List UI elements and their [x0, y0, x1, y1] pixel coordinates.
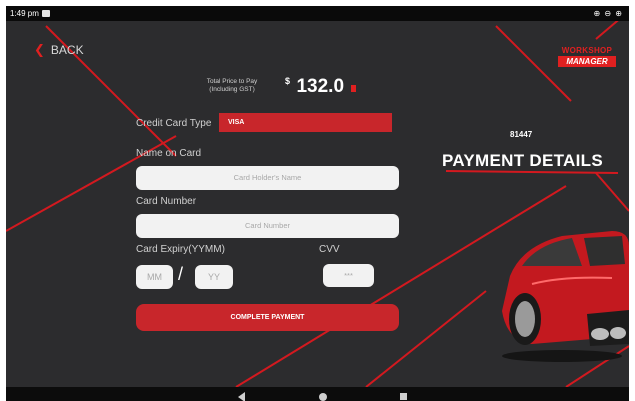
car-image	[502, 231, 629, 362]
card-type-select[interactable]: VISA	[219, 113, 392, 132]
nav-back-icon[interactable]	[238, 392, 245, 401]
price-label-line2: (Including GST)	[209, 86, 255, 93]
price-label-line1: Total Price to Pay	[206, 78, 258, 85]
cvv-input[interactable]: ***	[323, 264, 374, 287]
order-number: 81447	[510, 130, 533, 139]
name-on-card-label: Name on Card	[136, 148, 202, 159]
total-price: $ 132.0	[285, 76, 357, 98]
workshop-manager-logo: WORKSHOP MANAGER	[558, 46, 616, 67]
total-price-label: Total Price to Pay (Including GST)	[196, 78, 268, 94]
notification-icon	[42, 10, 50, 17]
logo-line2: MANAGER	[558, 56, 616, 67]
app-screen: 1:49 pm ⊕ ⊖ ⊕ ❮ BACK WORKSHOP MANAGER To…	[6, 6, 629, 401]
page-title: PAYMENT DETAILS	[442, 151, 603, 170]
nav-recent-icon[interactable]	[400, 393, 407, 400]
card-number-label: Card Number	[136, 196, 197, 207]
back-label: BACK	[50, 43, 84, 57]
card-holder-name-input[interactable]: Card Holder's Name	[136, 166, 399, 190]
price-amount: 132.0	[296, 76, 345, 97]
chevron-left-icon: ❮	[34, 42, 45, 57]
expiry-month-input[interactable]: MM	[136, 265, 173, 289]
android-nav-bar	[6, 387, 629, 401]
card-number-input[interactable]: Card Number	[136, 214, 399, 238]
status-icons: ⊕ ⊖ ⊕	[593, 9, 623, 18]
card-type-label: Credit Card Type	[136, 118, 212, 129]
complete-payment-button[interactable]: COMPLETE PAYMENT	[136, 304, 399, 331]
status-bar: 1:49 pm ⊕ ⊖ ⊕	[6, 6, 629, 21]
status-time: 1:49 pm	[10, 9, 39, 18]
cvv-label: CVV	[319, 244, 340, 255]
nav-home-icon[interactable]	[319, 393, 327, 401]
card-expiry-label: Card Expiry(YYMM)	[136, 244, 225, 255]
logo-line1: WORKSHOP	[561, 46, 613, 55]
price-info-icon[interactable]	[351, 85, 357, 92]
expiry-separator: /	[178, 264, 184, 284]
expiry-year-input[interactable]: YY	[195, 265, 233, 289]
currency-symbol: $	[285, 76, 291, 86]
back-button[interactable]: ❮ BACK	[34, 42, 84, 58]
